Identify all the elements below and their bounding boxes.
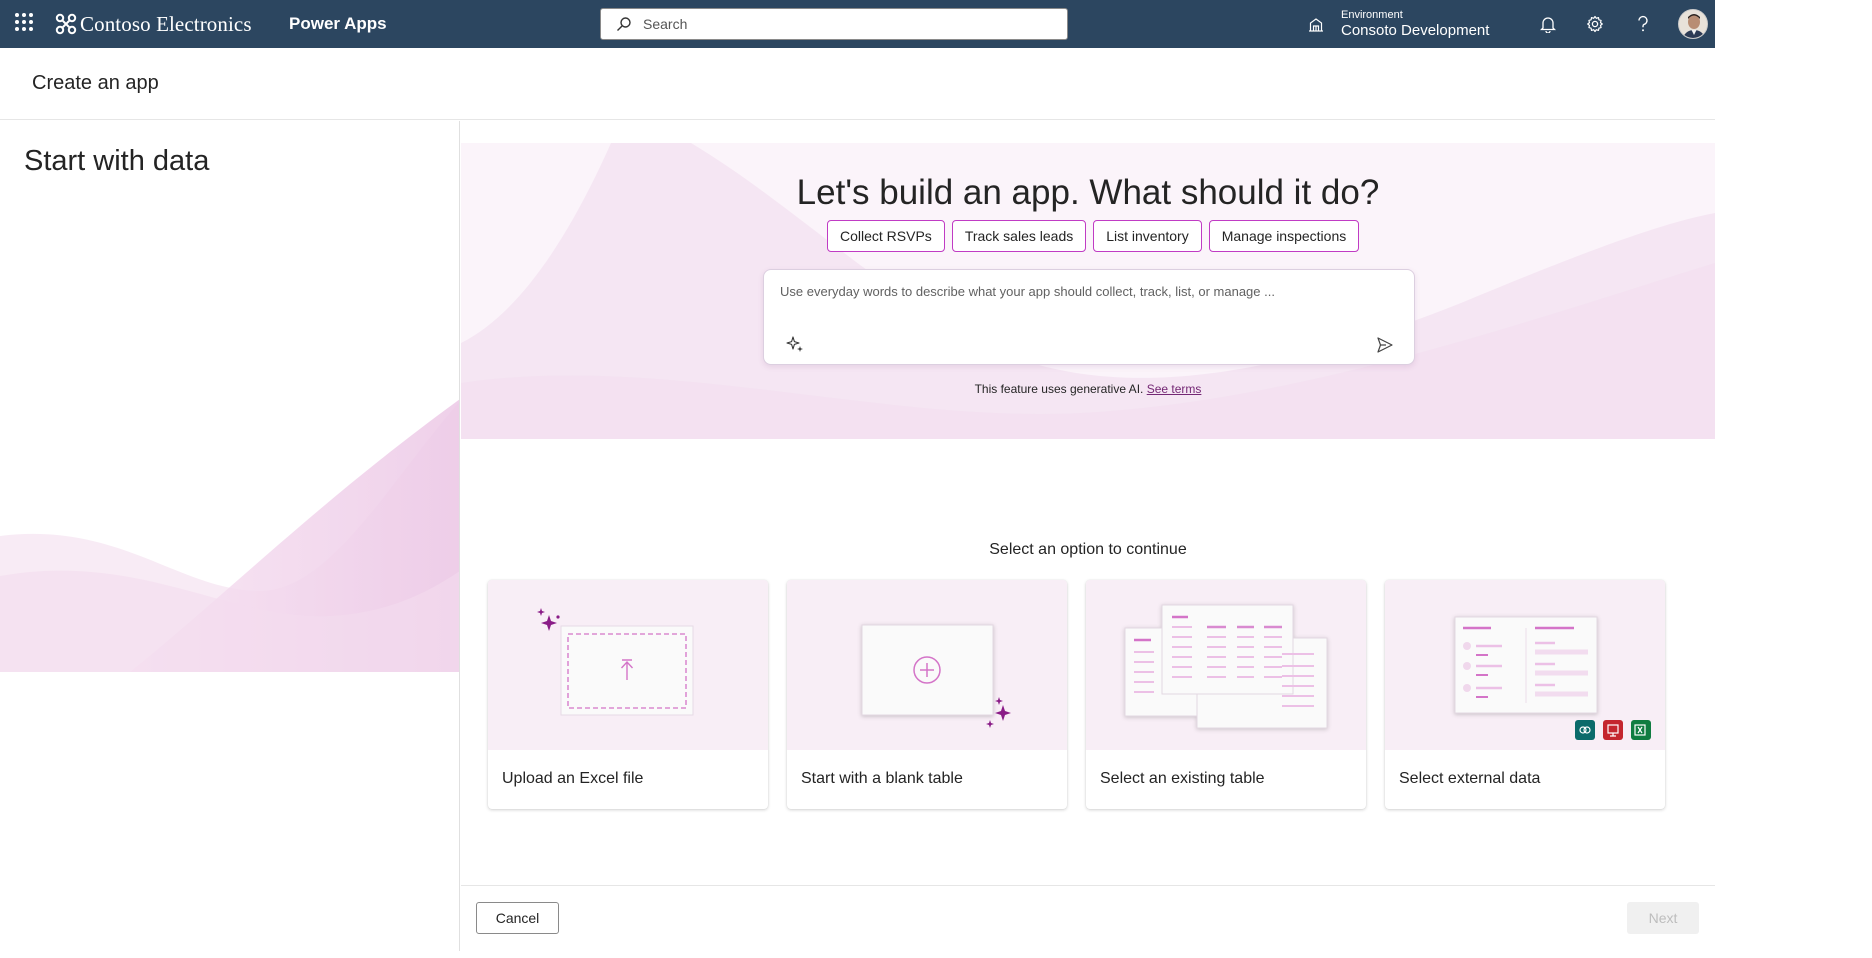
see-terms-link[interactable]: See terms	[1147, 382, 1202, 396]
card-label: Start with a blank table	[801, 770, 963, 787]
existing-table-illustration	[1124, 604, 1328, 729]
connector-glyphs	[1579, 724, 1646, 737]
bell-icon[interactable]	[1537, 13, 1559, 35]
card-illustration	[1086, 580, 1366, 750]
cancel-button[interactable]: Cancel	[476, 902, 559, 934]
copilot-hero: Let's build an app. What should it do? C…	[461, 143, 1715, 439]
ai-note-text: This feature uses generative AI.	[974, 382, 1144, 396]
suggestion-chips: Collect RSVPs Track sales leads List inv…	[827, 220, 1360, 252]
environment-picker[interactable]: Environment Consoto Development	[1307, 4, 1489, 44]
environment-label: Environment	[1341, 9, 1403, 21]
decorative-wave	[0, 399, 459, 672]
upload-illustration	[537, 608, 694, 716]
app-launcher-icon[interactable]	[15, 13, 33, 31]
card-external-data[interactable]: Select external data	[1385, 580, 1665, 809]
blank-table-illustration	[861, 624, 1011, 728]
hero-title: Let's build an app. What should it do?	[796, 173, 1380, 212]
prompt-placeholder: Use everyday words to describe what your…	[780, 284, 1275, 299]
chip-collect-rsvps[interactable]: Collect RSVPs	[827, 220, 945, 252]
card-existing-table[interactable]: Select an existing table	[1086, 580, 1366, 809]
search-input[interactable]: Search	[643, 16, 687, 32]
help-icon[interactable]	[1632, 13, 1654, 35]
contoso-logo-icon	[55, 13, 77, 35]
search-icon	[617, 17, 631, 31]
page-header: Create an app	[0, 48, 1715, 120]
card-illustration	[1385, 580, 1665, 750]
card-blank-table[interactable]: Start with a blank table	[787, 580, 1067, 809]
card-label: Select external data	[1399, 770, 1541, 787]
footer-divider	[461, 885, 1715, 886]
top-bar: Contoso Electronics Power Apps Search En…	[0, 0, 1715, 48]
card-illustration	[488, 580, 768, 750]
next-button[interactable]: Next	[1627, 902, 1699, 934]
search-box[interactable]: Search	[600, 8, 1068, 40]
chip-manage-inspections[interactable]: Manage inspections	[1208, 220, 1360, 252]
environment-name: Consoto Development	[1341, 22, 1490, 39]
chip-track-sales-leads[interactable]: Track sales leads	[951, 220, 1087, 252]
page-title: Create an app	[32, 72, 159, 94]
left-panel: Start with data	[0, 121, 460, 951]
environment-icon	[1309, 18, 1323, 32]
card-label: Select an existing table	[1100, 770, 1265, 787]
card-upload-excel[interactable]: Upload an Excel file	[488, 580, 768, 809]
sparkle-icon[interactable]	[786, 335, 804, 353]
app-name[interactable]: Power Apps	[289, 14, 387, 34]
brand-logo[interactable]: Contoso Electronics	[55, 9, 252, 39]
ai-disclaimer: This feature uses generative AI. See ter…	[461, 382, 1715, 396]
options-title: Select an option to continue	[989, 541, 1187, 558]
card-label: Upload an Excel file	[502, 770, 644, 787]
send-icon[interactable]	[1376, 336, 1394, 354]
avatar[interactable]	[1678, 9, 1708, 39]
chip-list-inventory[interactable]: List inventory	[1093, 220, 1202, 252]
brand-name: Contoso Electronics	[80, 11, 252, 36]
gear-icon[interactable]	[1584, 13, 1606, 35]
card-illustration	[787, 580, 1067, 750]
prompt-input[interactable]: Use everyday words to describe what your…	[763, 269, 1415, 365]
